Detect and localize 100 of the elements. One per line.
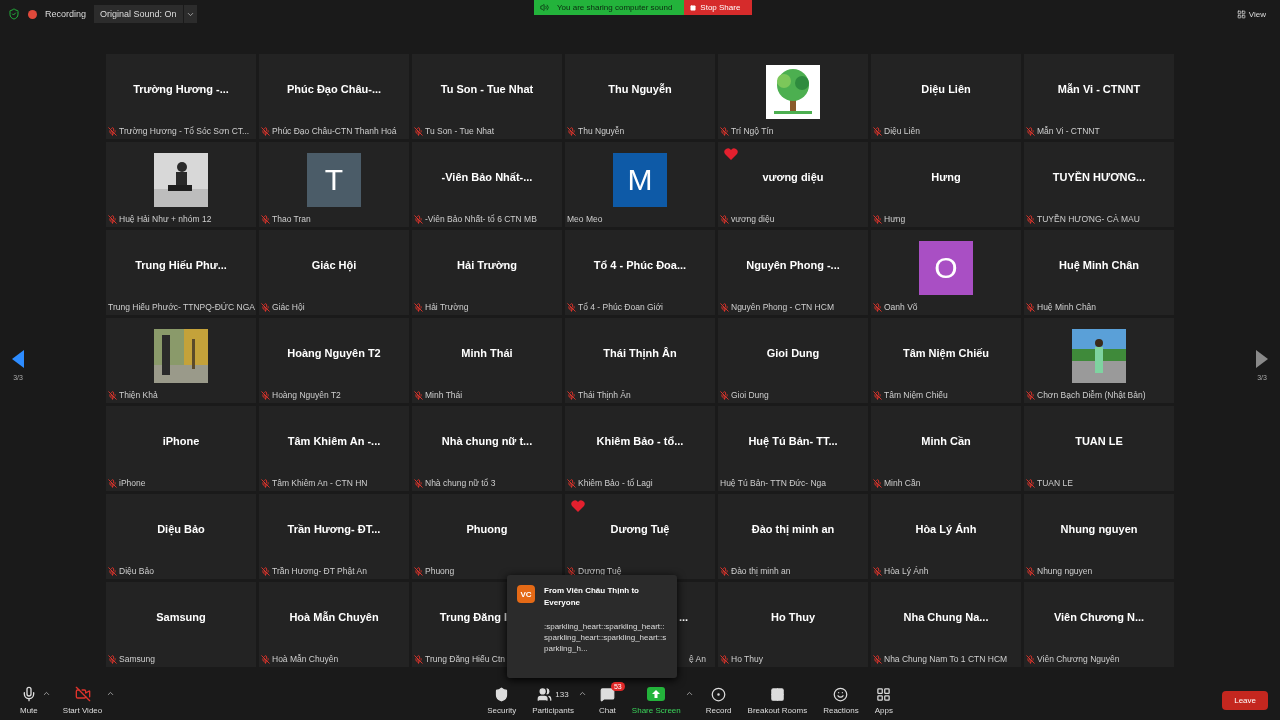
security-shield-icon bbox=[8, 8, 20, 20]
letter-avatar: T bbox=[307, 152, 361, 207]
video-tile[interactable]: M Meo Meo bbox=[565, 142, 715, 227]
participant-label: Minh Thái bbox=[425, 390, 463, 400]
security-button[interactable]: Security bbox=[479, 685, 525, 715]
record-button[interactable]: Record bbox=[697, 685, 740, 715]
muted-mic-icon bbox=[414, 566, 423, 576]
participant-label: Phuong bbox=[425, 566, 455, 576]
security-icon bbox=[494, 686, 510, 702]
apps-button[interactable]: Apps bbox=[866, 685, 901, 715]
video-tile[interactable]: Hưng Hưng bbox=[871, 142, 1021, 227]
video-tile[interactable]: Dương Tuệ Dương Tuệ bbox=[565, 494, 715, 579]
share-button[interactable]: Share Screen bbox=[623, 685, 689, 715]
participant-label: Mẫn Vi - CTNNT bbox=[1037, 126, 1100, 136]
video-tile[interactable]: O Oanh Võ bbox=[871, 230, 1021, 315]
video-tile[interactable]: Hoàng Nguyên T2 Hoàng Nguyên T2 bbox=[259, 318, 409, 403]
video-tile[interactable]: Phúc Đạo Châu-... Phúc Đạo Châu-CTN Thanh Hoá bbox=[259, 54, 409, 139]
video-tile[interactable]: Khiêm Bảo - tổ... Khiêm Bảo - tổ Lagi bbox=[565, 406, 715, 491]
participant-label: Chơn Bạch Diễm (Nhật Bản) bbox=[1037, 390, 1146, 400]
participant-name: Tâm Khiêm An -... bbox=[287, 434, 381, 447]
video-tile[interactable]: -Viên Bảo Nhất-... -Viên Bảo Nhất- tổ 6 CTN MB bbox=[412, 142, 562, 227]
video-tile[interactable]: Mẫn Vi - CTNNT Mẫn Vi - CTNNT bbox=[1024, 54, 1174, 139]
video-tile[interactable]: vương diệu vương diệu bbox=[718, 142, 868, 227]
participant-name: Nhung nguyen bbox=[1060, 522, 1138, 535]
video-tile[interactable]: Huệ Minh Chân Huệ Minh Chân bbox=[1024, 230, 1174, 315]
video-tile[interactable]: Diệu Bảo Diệu Bảo bbox=[106, 494, 256, 579]
sharing-notice-text: You are sharing computer sound bbox=[557, 3, 673, 12]
video-button[interactable]: Start Video bbox=[54, 685, 111, 715]
leave-button[interactable]: Leave bbox=[1222, 690, 1268, 710]
stop-share-button[interactable]: Stop Share bbox=[684, 0, 753, 15]
participant-name: Huệ Tú Bản- TT... bbox=[748, 434, 838, 447]
grid-icon bbox=[1236, 9, 1246, 19]
video-tile[interactable]: Đào thị minh an Đào thị minh an bbox=[718, 494, 868, 579]
video-tile[interactable]: Samsung Samsung bbox=[106, 582, 256, 667]
video-off-icon bbox=[74, 686, 91, 702]
participant-name: Trung Hiếu Phư... bbox=[135, 258, 227, 271]
video-tile[interactable]: Huệ Hải Như + nhóm 12 bbox=[106, 142, 256, 227]
participant-label: Hải Trường bbox=[425, 302, 469, 312]
participant-name: Samsung bbox=[156, 610, 206, 623]
video-tile[interactable]: Chơn Bạch Diễm (Nhật Bản) bbox=[1024, 318, 1174, 403]
video-tile[interactable]: Nhung nguyen Nhung nguyen bbox=[1024, 494, 1174, 579]
video-tile[interactable]: Hòa Lý Ánh Hòa Lý Ánh bbox=[871, 494, 1021, 579]
muted-mic-icon bbox=[873, 478, 882, 488]
video-tile[interactable]: TUAN LE TUAN LE bbox=[1024, 406, 1174, 491]
muted-mic-icon bbox=[414, 214, 423, 224]
muted-mic-icon bbox=[873, 390, 882, 400]
participant-label: Meo Meo bbox=[567, 214, 603, 224]
video-tile[interactable]: TUYỀN HƯƠNG... TUYỀN HƯƠNG- CÀ MAU bbox=[1024, 142, 1174, 227]
reactions-button[interactable]: Reactions bbox=[815, 685, 867, 715]
video-tile[interactable]: Minh Cần Minh Cần bbox=[871, 406, 1021, 491]
video-tile[interactable]: Thái Thịnh Ân Thái Thịnh Ân bbox=[565, 318, 715, 403]
participant-name: Nhà chung nữ t... bbox=[441, 434, 533, 447]
video-tile[interactable]: Tâm Khiêm An -... Tâm Khiêm An - CTN HN bbox=[259, 406, 409, 491]
video-tile[interactable]: iPhone iPhone bbox=[106, 406, 256, 491]
video-tile[interactable]: Thu Nguyễn Thu Nguyễn bbox=[565, 54, 715, 139]
next-page-arrow-icon[interactable] bbox=[1256, 350, 1268, 368]
video-tile[interactable]: Trường Hương -... Trường Hương - Tổ Sóc Sơn CT... bbox=[106, 54, 256, 139]
video-tile[interactable]: Tâm Niệm Chiếu Tâm Niệm Chiếu bbox=[871, 318, 1021, 403]
chat-notification[interactable]: VC From Viên Châu Thịnh to Everyone :sparkling_heart::sparkling_heart::sparkling_heart::sparkling_heart::sparkling_h... bbox=[507, 575, 677, 678]
video-tile[interactable]: Trần Hương- ĐT... Trần Hương- ĐT Phật An bbox=[259, 494, 409, 579]
breakout-button[interactable]: Breakout Rooms bbox=[739, 685, 816, 715]
muted-mic-icon bbox=[414, 302, 423, 312]
view-button[interactable]: View bbox=[1230, 8, 1272, 20]
participant-label: Huệ Hải Như + nhóm 12 bbox=[119, 214, 212, 224]
video-tile[interactable]: Minh Thái Minh Thái bbox=[412, 318, 562, 403]
video-tile[interactable]: Diệu Liên Diệu Liên bbox=[871, 54, 1021, 139]
participant-label: Tu Son - Tue Nhat bbox=[425, 126, 495, 136]
participant-label: iPhone bbox=[119, 478, 146, 488]
participant-name: Ho Thuy bbox=[771, 610, 815, 623]
participants-button[interactable]: 133 Participants bbox=[524, 685, 582, 715]
muted-mic-icon bbox=[261, 566, 270, 576]
video-tile[interactable]: Giác Hội Giác Hội bbox=[259, 230, 409, 315]
participant-name: Tâm Niệm Chiếu bbox=[902, 346, 990, 359]
video-tile[interactable]: Viên Chương N... Viên Chương Nguyên bbox=[1024, 582, 1174, 667]
previous-page-arrow-icon[interactable] bbox=[12, 350, 24, 368]
participant-name: TUYỀN HƯƠNG... bbox=[1052, 170, 1146, 183]
video-tile[interactable]: Ho Thuy Ho Thuy bbox=[718, 582, 868, 667]
participant-label: Tâm Niệm Chiếu bbox=[884, 390, 948, 400]
participant-label: Hoàng Nguyên T2 bbox=[272, 390, 341, 400]
video-tile[interactable]: Phuong Phuong bbox=[412, 494, 562, 579]
video-tile[interactable]: Nhà chung nữ t... Nhà chung nữ tổ 3 bbox=[412, 406, 562, 491]
participant-name: Phuong bbox=[466, 522, 508, 535]
video-tile[interactable]: Hoà Mẫn Chuyên Hoà Mẫn Chuyên bbox=[259, 582, 409, 667]
original-sound-dropdown[interactable]: Original Sound: On bbox=[94, 5, 197, 23]
video-tile[interactable]: Thiện Khả bbox=[106, 318, 256, 403]
video-tile[interactable]: Trung Hiếu Phư... Trung Hiếu Phước- TTNPQ-ĐỨC NGA bbox=[106, 230, 256, 315]
video-tile[interactable]: Gioi Dung Gioi Dung bbox=[718, 318, 868, 403]
video-tile[interactable]: Tổ 4 - Phúc Đoa... Tổ 4 - Phúc Đoan Giới bbox=[565, 230, 715, 315]
video-tile[interactable]: Tu Son - Tue Nhat Tu Son - Tue Nhat bbox=[412, 54, 562, 139]
video-tile[interactable]: T Thao Tran bbox=[259, 142, 409, 227]
video-tile[interactable]: Hải Trường Hải Trường bbox=[412, 230, 562, 315]
video-tile[interactable]: Nguyên Phong -... Nguyên Phong - CTN HCM bbox=[718, 230, 868, 315]
video-tile[interactable]: Huệ Tú Bản- TT... Huệ Tú Bản- TTN Đức- Nga bbox=[718, 406, 868, 491]
video-tile[interactable]: Trí Ngộ Tín bbox=[718, 54, 868, 139]
mute-button[interactable]: Mute bbox=[12, 685, 46, 715]
participant-name: Hòa Lý Ánh bbox=[915, 522, 977, 535]
video-tile[interactable]: Nha Chung Na... Nha Chung Nam To 1 CTN HCM bbox=[871, 582, 1021, 667]
participant-label: Trí Ngộ Tín bbox=[731, 126, 774, 136]
participant-label: Thu Nguyễn bbox=[578, 126, 625, 136]
participant-label: Viên Chương Nguyên bbox=[1037, 654, 1120, 664]
